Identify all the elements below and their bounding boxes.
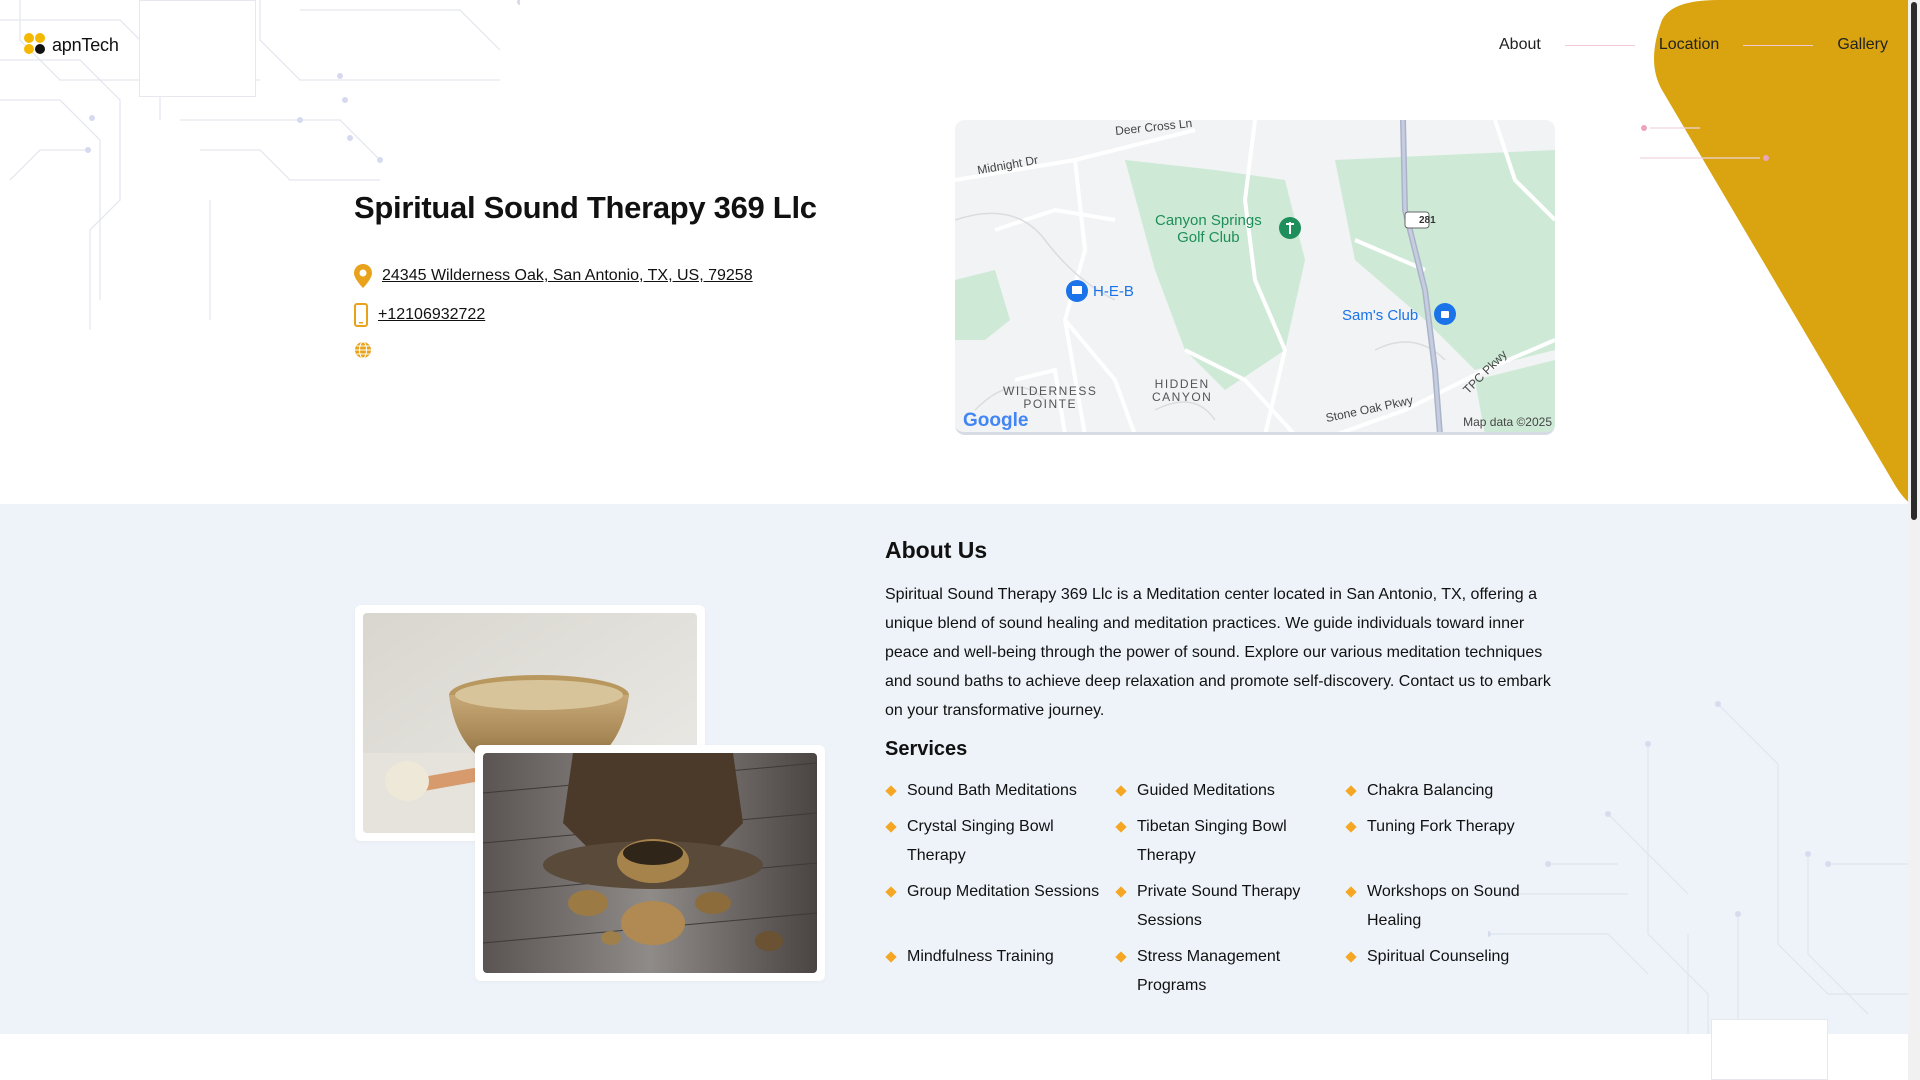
service-label: Mindfulness Training	[907, 948, 1054, 965]
services-list: Sound Bath Meditations Guided Meditation…	[885, 776, 1575, 1000]
service-label: Tuning Fork Therapy	[1367, 818, 1515, 835]
nav-divider	[1743, 44, 1814, 46]
meditation-bowls-photo	[483, 753, 817, 973]
accent-shape	[1640, 0, 1912, 505]
about-description: Spiritual Sound Therapy 369 Llc is a Med…	[885, 586, 1551, 719]
service-item: Tibetan Singing Bowl Therapy	[1115, 812, 1345, 870]
logo-mark-icon	[24, 33, 48, 57]
service-item: Spiritual Counseling	[1345, 942, 1575, 1000]
map-poi-label: Sam's Club	[1342, 307, 1419, 324]
scrollbar-thumb[interactable]	[1911, 2, 1917, 520]
service-item: Private Sound Therapy Sessions	[1115, 877, 1345, 935]
services-heading: Services	[885, 738, 968, 760]
service-label: Chakra Balancing	[1367, 782, 1494, 799]
map-attribution[interactable]: Map data ©2025	[1463, 415, 1552, 429]
service-item: Mindfulness Training	[885, 942, 1115, 1000]
business-name: Spiritual Sound Therapy 369 Llc	[354, 190, 817, 225]
diamond-bullet-icon	[885, 951, 897, 963]
service-label: Stress Management Programs	[1137, 948, 1281, 994]
nav-gallery-link[interactable]: Gallery	[1837, 36, 1888, 54]
diamond-bullet-icon	[1115, 821, 1127, 833]
diamond-bullet-icon	[885, 886, 897, 898]
decorative-box	[139, 0, 256, 97]
service-label: Workshops on Sound Healing	[1367, 883, 1520, 929]
diamond-bullet-icon	[1115, 785, 1127, 797]
brand-logo[interactable]: apnTech	[24, 33, 119, 57]
address-link[interactable]: 24345 Wilderness Oak, San Antonio, TX, U…	[382, 267, 753, 285]
main-nav: About Location Gallery	[1499, 36, 1888, 54]
diamond-bullet-icon	[1345, 785, 1357, 797]
map-area-label: WILDERNESS POINTE	[1003, 384, 1098, 411]
logo-text: apnTech	[52, 34, 119, 55]
nav-about-link[interactable]: About	[1499, 36, 1541, 54]
google-logo: Google	[963, 410, 1029, 431]
nav-location-link[interactable]: Location	[1659, 36, 1720, 54]
service-item: Stress Management Programs	[1115, 942, 1345, 1000]
service-item: Guided Meditations	[1115, 776, 1345, 805]
phone-link[interactable]: +12106932722	[378, 306, 485, 324]
service-item: Tuning Fork Therapy	[1345, 812, 1575, 870]
service-item: Workshops on Sound Healing	[1345, 877, 1575, 935]
website-row	[354, 341, 372, 359]
decorative-box	[1711, 1019, 1828, 1080]
globe-icon[interactable]	[354, 341, 372, 359]
service-label: Crystal Singing Bowl Therapy	[907, 818, 1054, 864]
map-area-label: HIDDEN CANYON	[1152, 377, 1213, 404]
diamond-bullet-icon	[1345, 821, 1357, 833]
service-label: Group Meditation Sessions	[907, 883, 1100, 900]
map-poi-label: Canyon Springs Golf Club	[1155, 212, 1262, 246]
photo-card-meditation	[475, 745, 825, 981]
diamond-bullet-icon	[1115, 886, 1127, 898]
service-item: Sound Bath Meditations	[885, 776, 1115, 805]
service-label: Private Sound Therapy Sessions	[1137, 883, 1301, 929]
service-item: Group Meditation Sessions	[885, 877, 1115, 935]
diamond-bullet-icon	[885, 785, 897, 797]
diamond-bullet-icon	[1345, 886, 1357, 898]
diamond-bullet-icon	[1115, 951, 1127, 963]
service-label: Spiritual Counseling	[1367, 948, 1510, 965]
nav-divider	[1564, 44, 1635, 46]
service-label: Guided Meditations	[1137, 782, 1275, 799]
location-map[interactable]: Deer Cross Ln Midnight Dr Canyon Springs…	[955, 120, 1555, 435]
service-label: Tibetan Singing Bowl Therapy	[1137, 818, 1287, 864]
diamond-bullet-icon	[1345, 951, 1357, 963]
map-pin-icon	[354, 264, 372, 288]
phone-icon	[354, 303, 368, 327]
map-highway-label: 281	[1419, 215, 1436, 226]
service-item: Chakra Balancing	[1345, 776, 1575, 805]
about-heading: About Us	[885, 537, 988, 563]
diamond-bullet-icon	[885, 821, 897, 833]
map-poi-label: H-E-B	[1093, 283, 1134, 300]
address-row: 24345 Wilderness Oak, San Antonio, TX, U…	[354, 264, 753, 288]
service-item: Crystal Singing Bowl Therapy	[885, 812, 1115, 870]
service-label: Sound Bath Meditations	[907, 782, 1077, 799]
phone-row: +12106932722	[354, 303, 485, 327]
page-scrollbar[interactable]	[1908, 0, 1920, 1080]
